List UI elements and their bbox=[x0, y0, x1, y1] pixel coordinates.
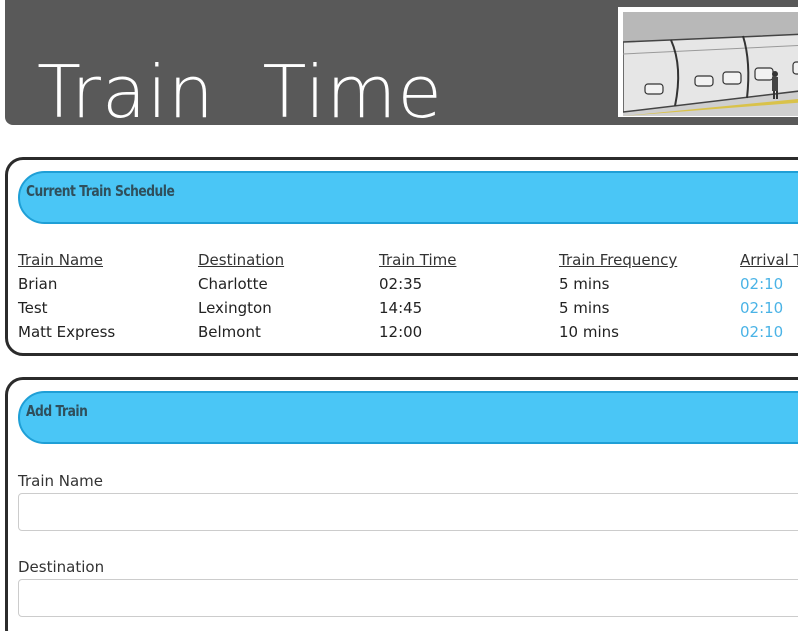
cell-arrival-time: 02:10 bbox=[740, 323, 784, 341]
column-header-arrival-time: Arrival T bbox=[740, 251, 798, 269]
cell-train-name: Test bbox=[18, 299, 48, 317]
train-name-label: Train Name bbox=[18, 472, 104, 490]
add-train-panel: Add Train Train Name Destination bbox=[5, 377, 798, 631]
cell-arrival-time: 02:10 bbox=[740, 299, 784, 317]
table-row: Test Lexington 14:45 5 mins 02:10 bbox=[18, 298, 798, 322]
cell-destination: Belmont bbox=[198, 323, 261, 341]
cell-train-time: 12:00 bbox=[379, 323, 423, 341]
schedule-panel-heading: Current Train Schedule bbox=[18, 171, 798, 224]
train-name-input[interactable] bbox=[18, 493, 798, 531]
table-row: Brian Charlotte 02:35 5 mins 02:10 bbox=[18, 274, 798, 298]
column-header-train-time: Train Time bbox=[379, 251, 457, 269]
cell-frequency: 5 mins bbox=[559, 275, 610, 293]
cell-train-time: 02:35 bbox=[379, 275, 423, 293]
table-row: Matt Express Belmont 12:00 10 mins 02:10 bbox=[18, 322, 798, 346]
cell-train-time: 14:45 bbox=[379, 299, 423, 317]
cell-arrival-time: 02:10 bbox=[740, 275, 784, 293]
column-header-train-frequency: Train Frequency bbox=[559, 251, 678, 269]
train-illustration bbox=[623, 12, 798, 116]
cell-train-name: Matt Express bbox=[18, 323, 116, 341]
column-header-destination: Destination bbox=[198, 251, 285, 269]
schedule-panel: Current Train Schedule Train Name Destin… bbox=[5, 157, 798, 356]
cell-frequency: 10 mins bbox=[559, 323, 619, 341]
page-title: Train Time bbox=[37, 50, 443, 125]
schedule-table: Train Name Destination Train Time Train … bbox=[18, 250, 798, 346]
page: Train Time Current Train Schedule Train … bbox=[0, 0, 798, 631]
train-photo bbox=[618, 7, 798, 117]
table-header-row: Train Name Destination Train Time Train … bbox=[18, 250, 798, 274]
cell-destination: Lexington bbox=[198, 299, 272, 317]
cell-frequency: 5 mins bbox=[559, 299, 610, 317]
cell-destination: Charlotte bbox=[198, 275, 268, 293]
schedule-heading-text: Current Train Schedule bbox=[26, 182, 175, 200]
destination-input[interactable] bbox=[18, 579, 798, 617]
add-train-heading-text: Add Train bbox=[26, 402, 88, 420]
destination-label: Destination bbox=[18, 558, 105, 576]
cell-train-name: Brian bbox=[18, 275, 58, 293]
column-header-train-name: Train Name bbox=[18, 251, 104, 269]
add-train-panel-heading: Add Train bbox=[18, 391, 798, 444]
